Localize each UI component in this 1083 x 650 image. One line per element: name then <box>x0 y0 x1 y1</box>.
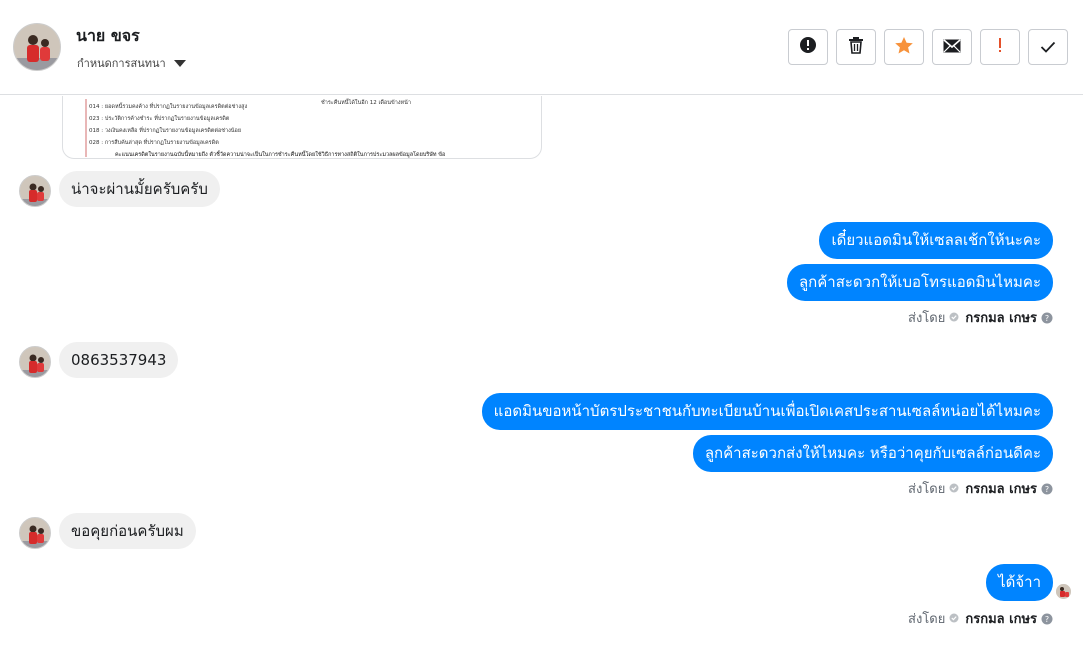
incoming-message[interactable]: 0863537943 <box>59 342 179 378</box>
outgoing-message[interactable]: ลูกค้าสะดวกให้เบอโทรแอดมินไหมคะ <box>786 264 1053 301</box>
attachment-footer: คะแนนเครดิตในรายงานฉบับนี้หมายถึง ตัวชี้… <box>115 152 446 158</box>
outgoing-message[interactable]: เดี๋ยวแอดมินให้เซลลเช้กให้นะคะ <box>819 222 1053 259</box>
message-thread: 014 : ยอดหนี้รวมคงค้าง ที่ปรากฏในรายงานข… <box>0 96 1083 650</box>
conversation-header: นาย ขจร กำหนดการสนทนา <box>0 0 1083 95</box>
assign-conversation-dropdown[interactable]: กำหนดการสนทนา <box>77 54 186 72</box>
sent-by-info: ส่งโดย กรกมล เกษร ? <box>908 478 1053 499</box>
check-icon <box>1040 38 1056 57</box>
assign-conversation-label: กำหนดการสนทนา <box>77 57 166 70</box>
contact-avatar[interactable] <box>13 23 61 71</box>
outgoing-message[interactable]: แอดมินขอหน้าบัตรประชาชนกับทะเบียนบ้านเพื… <box>481 393 1053 430</box>
caret-down-icon <box>173 59 186 67</box>
sender-name: กรกมล เกษร <box>965 612 1037 627</box>
incoming-message[interactable]: น่าจะผ่านมั้ยครับครับ <box>59 171 220 207</box>
sender-name: กรกมล เกษร <box>965 482 1037 497</box>
help-icon[interactable]: ? <box>1041 312 1053 324</box>
incoming-message[interactable]: ขอคุยก่อนครับผม <box>59 513 196 549</box>
mark-done-button[interactable] <box>1028 29 1068 65</box>
sent-by-label: ส่งโดย <box>908 612 946 627</box>
verified-icon <box>949 483 961 495</box>
help-icon[interactable]: ? <box>1041 483 1053 495</box>
mark-unread-button[interactable] <box>932 29 972 65</box>
seen-indicator-avatar <box>1056 584 1071 599</box>
sent-by-info: ส่งโดย กรกมล เกษร ? <box>908 307 1053 328</box>
svg-text:?: ? <box>1045 615 1049 624</box>
attachment-line: 018 : วงเงินคงเหลือ ที่ปรากฏในรายงานข้อม… <box>89 128 242 134</box>
attachment-text-lines: 014 : ยอดหนี้รวมคงค้าง ที่ปรากฏในรายงานข… <box>89 101 247 149</box>
delete-button[interactable] <box>836 29 876 65</box>
attachment-image[interactable]: 014 : ยอดหนี้รวมคงค้าง ที่ปรากฏในรายงานข… <box>62 96 542 159</box>
mail-icon <box>943 38 961 57</box>
sent-by-label: ส่งโดย <box>908 482 946 497</box>
outgoing-message[interactable]: ลูกค้าสะดวกส่งให้ไหมคะ หรือว่าคุยกับเซลล… <box>692 435 1053 472</box>
verified-icon <box>949 312 961 324</box>
attachment-line: 028 : การสืบค้นล่าสุด ที่ปรากฏในรายงานข้… <box>89 140 219 146</box>
verified-icon <box>949 613 961 625</box>
help-icon[interactable]: ? <box>1041 613 1053 625</box>
conversation-toolbar <box>788 29 1068 65</box>
svg-text:?: ? <box>1045 314 1049 323</box>
attachment-note: ชำระคืนหนี้ได้ในอีก 12 เดือนข้างหน้า <box>321 100 411 106</box>
outgoing-message[interactable]: ได้จ้าา <box>986 564 1053 601</box>
sender-name: กรกมล เกษร <box>965 311 1037 326</box>
follow-up-button[interactable] <box>980 29 1020 65</box>
contact-avatar-small <box>19 346 51 378</box>
alert-icon <box>799 36 817 58</box>
trash-icon <box>848 36 864 58</box>
contact-avatar-small <box>19 517 51 549</box>
exclamation-icon <box>997 36 1003 58</box>
contact-name: นาย ขจร <box>76 26 140 45</box>
sent-by-label: ส่งโดย <box>908 311 946 326</box>
sent-by-info: ส่งโดย กรกมล เกษร ? <box>908 608 1053 629</box>
star-icon <box>894 36 914 59</box>
attachment-line: 014 : ยอดหนี้รวมคงค้าง ที่ปรากฏในรายงานข… <box>89 104 248 110</box>
svg-text:?: ? <box>1045 485 1049 494</box>
star-button[interactable] <box>884 29 924 65</box>
attachment-line: 023 : ประวัติการค้างชำระ ที่ปรากฏในรายงา… <box>89 116 230 122</box>
contact-avatar-small <box>19 175 51 207</box>
mark-spam-button[interactable] <box>788 29 828 65</box>
